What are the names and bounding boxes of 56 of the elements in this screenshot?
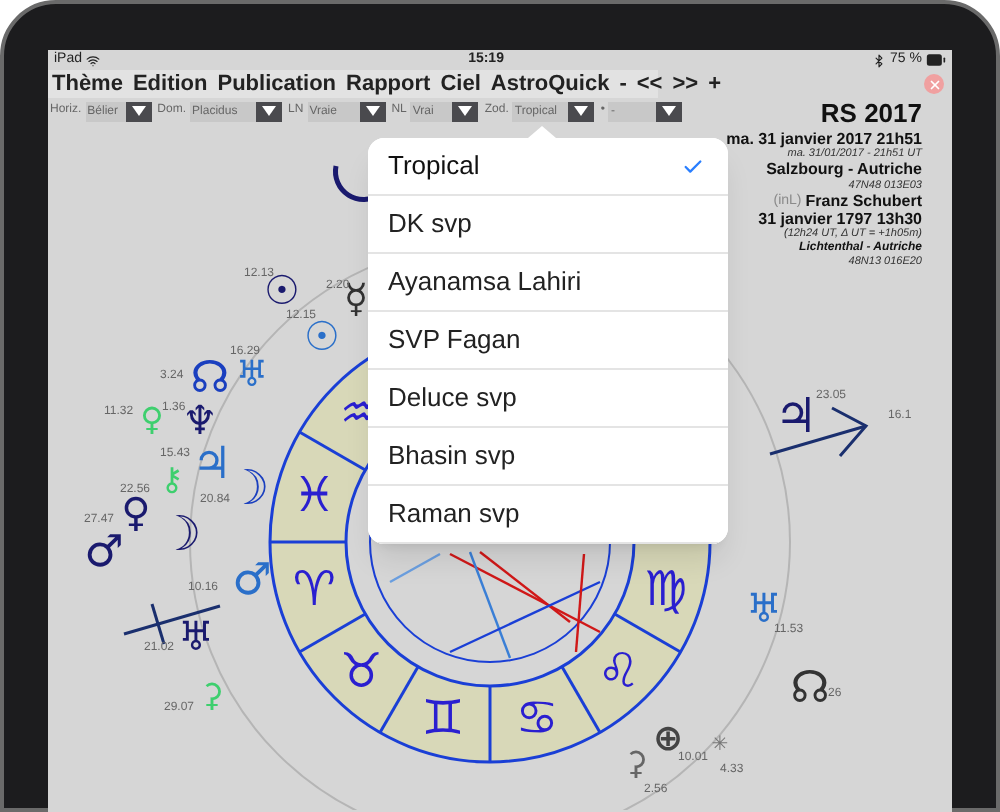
zodiac-option[interactable]: Tropical [368, 138, 728, 196]
zodiac-sign: ♈ [292, 561, 336, 618]
chart-date: ma. 31 janvier 2017 21h51 [726, 129, 922, 148]
planet-glyph: ☊ [190, 354, 230, 404]
bluetooth-icon [872, 53, 887, 67]
zodiac-sign: ♌ [597, 642, 641, 699]
zodiac-option[interactable]: Ayanamsa Lahiri [368, 254, 728, 312]
chart-place: Salzbourg - Autriche [766, 160, 922, 180]
menu-item[interactable]: Thème [52, 73, 123, 95]
close-icon [927, 77, 941, 91]
planet-glyph: ♂ [84, 528, 124, 578]
planet-glyph: ⚷ [160, 460, 184, 498]
dropdown-arrow-icon [131, 106, 146, 116]
zodiac-option[interactable]: DK svp [368, 196, 728, 254]
menu-item[interactable]: Edition [132, 73, 208, 95]
menu-item[interactable]: + [708, 73, 722, 95]
menu-item[interactable]: Ciel [440, 73, 481, 95]
planet-glyph: ♂ [232, 556, 272, 606]
planet-glyph: ♃ [192, 440, 232, 490]
menu-item[interactable]: Publication [217, 73, 337, 95]
planet-glyph: ♃ [774, 388, 818, 444]
zodiac-option[interactable]: SVP Fagan [368, 312, 728, 370]
dropdown-arrow-icon [365, 106, 380, 116]
zodiac-sign: ♊ [421, 689, 465, 746]
zodiac-sign: ♉ [339, 642, 383, 699]
planet-glyph: ✳ [711, 734, 729, 756]
zodiac-option[interactable]: Raman svp [368, 486, 728, 544]
zodiac-sign: ♍ [644, 561, 688, 618]
planet-glyph: ♅ [235, 354, 269, 396]
menu-item[interactable]: Rapport [346, 73, 431, 95]
planet-glyph: ☊ [790, 664, 830, 714]
check-icon [682, 155, 704, 177]
menu-item[interactable]: << [636, 73, 663, 95]
wifi-icon [86, 53, 101, 67]
planet-glyph: ♅ [178, 612, 214, 660]
planet-glyph: ♀ [140, 400, 164, 438]
battery-icon [925, 50, 946, 70]
planet-glyph: ☽ [158, 506, 202, 562]
zodiac-option[interactable]: Bhasin svp [368, 428, 728, 486]
planet-glyph: ⚳ [200, 676, 224, 714]
dropdown-arrow-icon [262, 106, 277, 116]
dropdown-arrow-icon [458, 106, 473, 116]
popup-pointer-icon [528, 126, 556, 138]
dropdown-arrow-icon [574, 106, 589, 116]
person-name: Franz Schubert [805, 191, 922, 211]
chart-title: RS 2017 [820, 100, 922, 130]
menu-item[interactable]: AstroQuick [490, 73, 610, 95]
menu-item[interactable]: >> [672, 73, 699, 95]
zodiac-sign: ♋ [515, 689, 559, 746]
planet-glyph: ⚳ [624, 744, 648, 782]
menu-item[interactable]: - [619, 73, 627, 95]
close-button[interactable] [924, 74, 944, 94]
dropdown-arrow-icon [662, 106, 677, 116]
birth-date: 31 janvier 1797 13h30 [758, 210, 922, 229]
zodiac-option[interactable]: Deluce svp [368, 370, 728, 428]
zodiac-sign: ♓ [292, 466, 336, 523]
